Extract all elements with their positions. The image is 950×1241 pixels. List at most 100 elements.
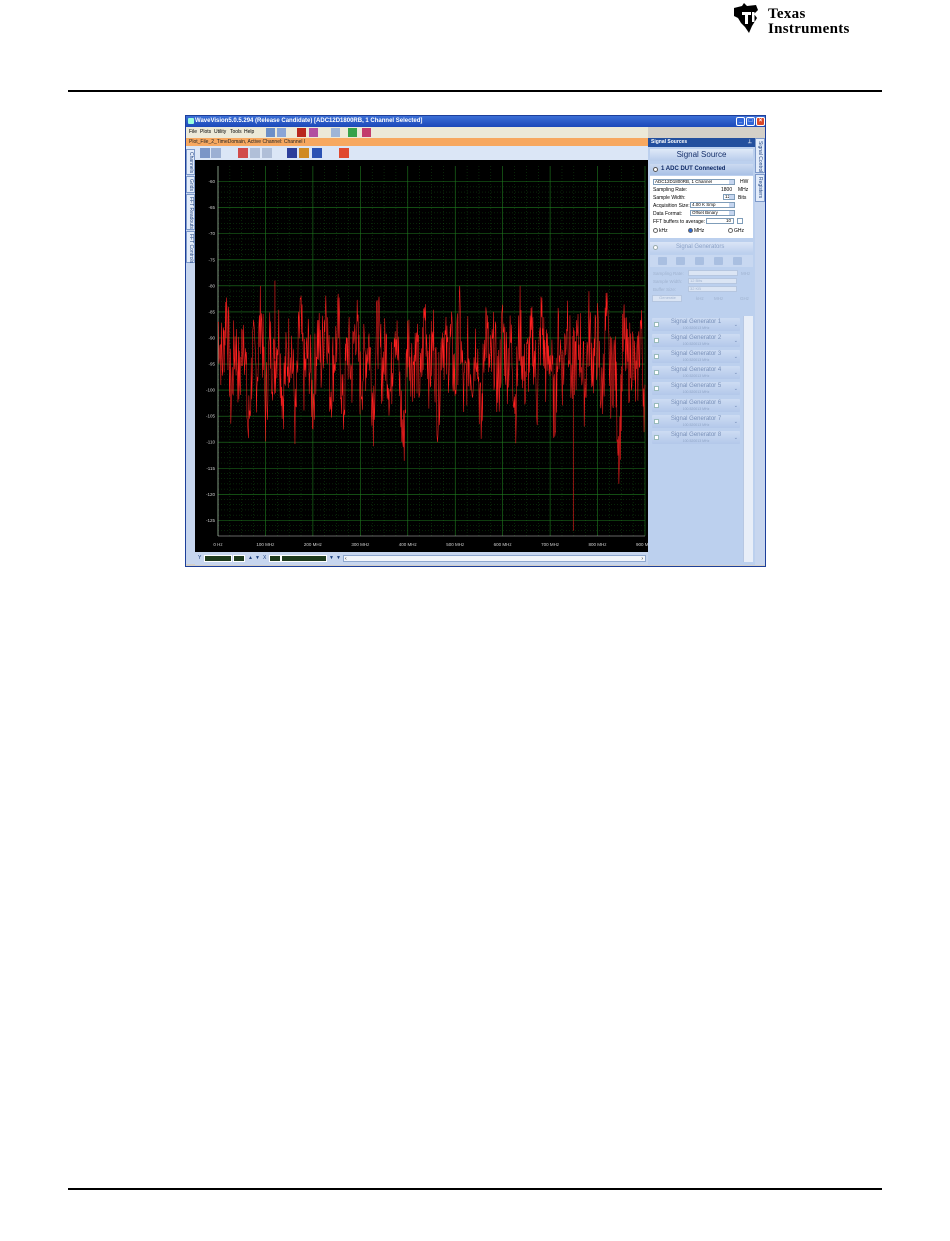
tab-fft-controls[interactable]: FFT Controls: [186, 231, 195, 263]
ti-map-icon: [734, 3, 758, 33]
dut-radio[interactable]: [653, 167, 658, 172]
mhz-radio[interactable]: [688, 228, 693, 233]
generator-frequency: 100.520013 MHz: [682, 406, 710, 411]
histogram-icon[interactable]: [362, 128, 371, 137]
scroll-left-icon[interactable]: ‹: [345, 556, 347, 562]
save-plot-icon[interactable]: [200, 148, 210, 158]
x-tick-label: 600 MHz: [494, 542, 513, 547]
signal-generators-option[interactable]: Signal Generators: [650, 242, 753, 253]
tab-registers[interactable]: Registers: [755, 174, 765, 202]
chevron-down-icon[interactable]: ⌄: [734, 322, 738, 328]
spectrum-icon[interactable]: [299, 148, 309, 158]
x-tick-label: 300 MHz: [351, 542, 370, 547]
signal-generators-radio[interactable]: [653, 245, 658, 250]
fft-average-checkbox[interactable]: [737, 218, 743, 224]
title-bar[interactable]: WaveVision5.0.5.294 (Release Candidate) …: [186, 116, 765, 127]
eraser-icon[interactable]: [250, 148, 260, 158]
mhz-label: MHz: [694, 228, 705, 234]
sampling-rate-value[interactable]: 1800: [721, 187, 732, 193]
close-plot-icon[interactable]: [339, 148, 349, 158]
copy-plot-icon[interactable]: [211, 148, 221, 158]
acquisition-size-select[interactable]: 4.00 K Smp: [690, 202, 735, 208]
y-step-down-icon[interactable]: ▼: [255, 555, 260, 561]
chevron-down-icon[interactable]: ⌄: [734, 419, 738, 425]
chevron-down-icon[interactable]: ⌄: [734, 338, 738, 344]
signal-generator-item[interactable]: Signal Generator 7 100.520013 MHz ⌄: [652, 414, 740, 428]
capture-icon[interactable]: [331, 128, 340, 137]
signal-generator-item[interactable]: Signal Generator 8 100.520013 MHz ⌄: [652, 430, 740, 444]
signal-generator-item[interactable]: Signal Generator 3 100.520013 MHz ⌄: [652, 350, 740, 364]
data-format-select[interactable]: Offset Binary: [690, 210, 735, 216]
open-file-icon[interactable]: [266, 128, 275, 137]
device-select[interactable]: ADC12D1800RB, 1 Channel: [653, 179, 735, 185]
print-icon[interactable]: [277, 128, 286, 137]
chevron-down-icon[interactable]: ⌄: [734, 354, 738, 360]
add-icon[interactable]: [714, 257, 723, 265]
chevron-down-icon[interactable]: ⌄: [734, 435, 738, 441]
sampling-rate-label: Sampling Rate:: [653, 187, 688, 193]
time-domain-plot-icon[interactable]: [297, 128, 306, 137]
logo-word-instruments: Instruments: [768, 21, 850, 37]
menu-help[interactable]: Help: [244, 129, 254, 135]
y-offset-field[interactable]: [233, 555, 245, 562]
fft-buffers-label: FFT buffers to average:: [653, 219, 706, 225]
remove-icon[interactable]: [733, 257, 742, 265]
sample-width-select[interactable]: 12: [723, 194, 735, 200]
waveform-icon[interactable]: [287, 148, 297, 158]
x-step-down-icon[interactable]: ▼: [336, 555, 341, 561]
signal-generator-item[interactable]: Signal Generator 1 100.520013 MHz ⌄: [652, 318, 740, 331]
khz-radio[interactable]: [653, 228, 658, 233]
import-icon[interactable]: [676, 257, 685, 265]
run-icon[interactable]: [348, 128, 357, 137]
chevron-down-icon[interactable]: ⌄: [734, 370, 738, 376]
tab-signal-control[interactable]: Signal Control: [755, 138, 765, 173]
fft-buffers-input[interactable]: 10: [706, 218, 734, 224]
y-axis-label: Y: [198, 555, 202, 561]
tab-channels[interactable]: Channels: [186, 149, 195, 175]
menu-utility[interactable]: Utility: [214, 129, 226, 135]
sg-ghz-label: GHz: [740, 296, 749, 301]
signal-generator-item[interactable]: Signal Generator 2 100.520013 MHz ⌄: [652, 334, 740, 348]
menu-bar: File Plots Utility Tools Help: [186, 127, 648, 138]
close-button[interactable]: ×: [756, 117, 765, 126]
fft-plot[interactable]: -60 -65 -70 -75 -80 -85 -90 -95 -100 -105 -110 -115…: [195, 160, 655, 552]
sample-width-unit: Bits: [738, 195, 747, 201]
signal-generator-item[interactable]: Signal Generator 5 100.520013 MHz ⌄: [652, 382, 740, 396]
menu-plots[interactable]: Plots: [200, 129, 211, 135]
tab-fft-readouts[interactable]: FFT Readouts: [186, 194, 195, 230]
chevron-down-icon: [729, 203, 734, 207]
menu-file[interactable]: File: [189, 129, 197, 135]
save-icon[interactable]: [658, 257, 667, 265]
pin-icon[interactable]: ⊥: [748, 138, 752, 147]
khz-label: kHz: [659, 228, 668, 234]
x-tick-label: 100 MHz: [256, 542, 275, 547]
axis-control-bar: Y ▲ ▼ X ▼ ▼ ‹ ›: [195, 552, 648, 565]
y-tick-label: -110: [206, 440, 215, 445]
signal-generator-item[interactable]: Signal Generator 6 100.520013 MHz ⌄: [652, 398, 740, 412]
maximize-button[interactable]: □: [746, 117, 755, 126]
bars-icon[interactable]: [312, 148, 322, 158]
horizontal-scrollbar[interactable]: ‹ ›: [343, 555, 646, 562]
tab-grids[interactable]: Grids: [186, 176, 195, 193]
zoom-icon[interactable]: [262, 148, 272, 158]
y-scale-field[interactable]: [204, 555, 232, 562]
signal-generator-item[interactable]: Signal Generator 4 100.520013 MHz ⌄: [652, 366, 740, 380]
document-tab[interactable]: Plot_File_2_TimeDomain, Active Channel: …: [186, 138, 648, 146]
menu-tools[interactable]: Tools: [230, 129, 242, 135]
generator-frequency: 100.520013 MHz: [682, 342, 710, 347]
x-step-icon[interactable]: ▼: [329, 555, 334, 561]
x-scale-field[interactable]: [281, 555, 327, 562]
chevron-down-icon[interactable]: ⌄: [734, 403, 738, 409]
adc-dut-option[interactable]: 1 ADC DUT Connected: [650, 164, 753, 175]
y-step-up-icon[interactable]: ▲: [248, 555, 253, 561]
ghz-radio[interactable]: [728, 228, 733, 233]
panel-scrollbar[interactable]: [743, 316, 753, 562]
edit-icon[interactable]: [695, 257, 704, 265]
chevron-down-icon[interactable]: ⌄: [734, 386, 738, 392]
marker-icon[interactable]: [238, 148, 248, 158]
minimize-button[interactable]: _: [736, 117, 745, 126]
fft-plot-icon[interactable]: [309, 128, 318, 137]
scroll-right-icon[interactable]: ›: [641, 556, 643, 562]
x-offset-field[interactable]: [269, 555, 281, 562]
signal-sources-panel: Signal Sources ⊥ Signal Source 1 ADC DUT…: [648, 138, 755, 565]
